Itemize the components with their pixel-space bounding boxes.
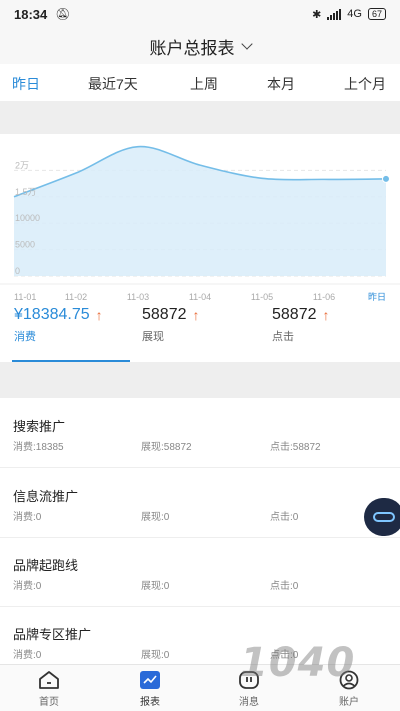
list-item[interactable]: 信息流推广 消费:0 展现:0 点击:0 bbox=[0, 468, 400, 538]
campaign-clicks: 点击:0 bbox=[270, 581, 299, 592]
y-tick-label: 10000 bbox=[15, 213, 40, 223]
campaign-spend: 消费:0 bbox=[13, 512, 42, 523]
arrow-up-icon: ↑ bbox=[192, 307, 200, 323]
x-tick-label: 11-06 bbox=[313, 292, 335, 302]
x-tick-label: 昨日 bbox=[368, 291, 386, 302]
chart-area bbox=[14, 146, 386, 276]
page-title: 账户总报表 bbox=[149, 38, 235, 58]
mute-icon: 🔕︎ bbox=[55, 7, 71, 21]
report-icon bbox=[138, 669, 162, 691]
tab-last-7-days[interactable]: 最近7天 bbox=[88, 74, 138, 94]
campaign-name: 品牌起跑线 bbox=[13, 558, 79, 573]
chart-point bbox=[382, 174, 390, 183]
list-item[interactable]: 搜索推广 消费:18385 展现:58872 点击:58872 bbox=[0, 398, 400, 468]
campaign-impressions: 展现:0 bbox=[141, 512, 170, 523]
campaign-impressions: 展现:58872 bbox=[141, 442, 192, 453]
campaign-impressions: 展现:0 bbox=[141, 581, 170, 592]
campaign-spend: 消费:18385 bbox=[13, 442, 64, 453]
tab-last-week[interactable]: 上周 bbox=[190, 74, 218, 94]
tab-last-month[interactable]: 上个月 bbox=[344, 74, 386, 94]
metric-impressions-label: 展现 bbox=[142, 331, 164, 343]
tab-yesterday[interactable]: 昨日 bbox=[12, 74, 40, 94]
x-tick-label: 11-02 bbox=[65, 292, 87, 302]
y-tick-label: 0 bbox=[15, 266, 20, 276]
metric-spend-value: ¥18384.75 bbox=[14, 306, 90, 323]
campaign-name: 信息流推广 bbox=[13, 489, 79, 504]
list-item[interactable]: 品牌起跑线 消费:0 展现:0 点击:0 bbox=[0, 537, 400, 607]
status-right: ✱ 4G 67 bbox=[312, 8, 386, 21]
campaign-clicks: 点击:0 bbox=[270, 512, 299, 523]
watermark-logo: 1040 bbox=[240, 640, 356, 686]
x-tick-label: 11-04 bbox=[189, 292, 211, 302]
nav-report-label: 报表 bbox=[140, 697, 160, 708]
x-tick-label: 11-01 bbox=[14, 292, 36, 302]
nav-message-label: 消息 bbox=[239, 697, 259, 708]
period-tabs: 昨日 最近7天 上周 本月 上个月 bbox=[0, 64, 400, 102]
chevron-down-icon bbox=[240, 38, 253, 50]
y-tick-label: 5000 bbox=[15, 240, 35, 250]
report-selector[interactable]: 账户总报表 bbox=[0, 28, 400, 64]
assistant-icon bbox=[373, 512, 395, 522]
signal-icon bbox=[327, 8, 342, 20]
metric-spend[interactable]: ¥18384.75 ↑ 消费 bbox=[14, 306, 103, 344]
tab-this-month[interactable]: 本月 bbox=[267, 74, 295, 94]
nav-report[interactable]: 报表 bbox=[120, 669, 180, 708]
nav-home-label: 首页 bbox=[39, 697, 59, 708]
arrow-up-icon: ↑ bbox=[322, 307, 330, 323]
nav-account-label: 账户 bbox=[339, 697, 359, 708]
metrics-row: ¥18384.75 ↑ 消费 58872 ↑ 展现 58872 ↑ 点击 bbox=[0, 306, 400, 362]
chart-svg: 0 5000 10000 1.5万 2万 11-01 11-02 11-03 11-04 11-0… bbox=[0, 145, 400, 302]
trend-chart[interactable]: 0 5000 10000 1.5万 2万 11-01 11-02 11-03 11-04 11-0… bbox=[0, 134, 400, 306]
arrow-up-icon: ↑ bbox=[95, 307, 103, 323]
x-tick-label: 11-05 bbox=[251, 292, 273, 302]
floating-assistant-button[interactable] bbox=[364, 498, 400, 536]
y-tick-label: 2万 bbox=[15, 160, 29, 170]
metric-clicks-value: 58872 bbox=[272, 306, 317, 323]
metric-impressions[interactable]: 58872 ↑ 展现 bbox=[142, 306, 200, 344]
campaign-impressions: 展现:0 bbox=[141, 650, 170, 661]
section-divider bbox=[0, 102, 400, 134]
status-bar: 18:34 🔕︎ ✱ 4G 67 bbox=[0, 0, 400, 28]
campaign-clicks: 点击:58872 bbox=[270, 442, 321, 453]
campaign-list: 搜索推广 消费:18385 展现:58872 点击:58872 信息流推广 消费… bbox=[0, 398, 400, 664]
y-tick-label: 1.5万 bbox=[15, 187, 37, 197]
nav-home[interactable]: 首页 bbox=[19, 669, 79, 708]
network-type: 4G bbox=[347, 8, 362, 20]
home-icon bbox=[37, 669, 61, 691]
metric-spend-label: 消费 bbox=[14, 331, 36, 343]
campaign-spend: 消费:0 bbox=[13, 650, 42, 661]
campaign-name: 搜索推广 bbox=[13, 419, 66, 434]
campaign-spend: 消费:0 bbox=[13, 581, 42, 592]
metric-impressions-value: 58872 bbox=[142, 306, 187, 323]
bluetooth-icon: ✱ bbox=[312, 8, 322, 21]
metric-clicks[interactable]: 58872 ↑ 点击 bbox=[272, 306, 330, 344]
section-divider bbox=[0, 362, 400, 398]
campaign-name: 品牌专区推广 bbox=[13, 627, 92, 642]
x-tick-label: 11-03 bbox=[127, 292, 149, 302]
metric-clicks-label: 点击 bbox=[272, 331, 294, 343]
battery-indicator: 67 bbox=[367, 8, 386, 20]
status-time: 18:34 bbox=[14, 6, 48, 22]
